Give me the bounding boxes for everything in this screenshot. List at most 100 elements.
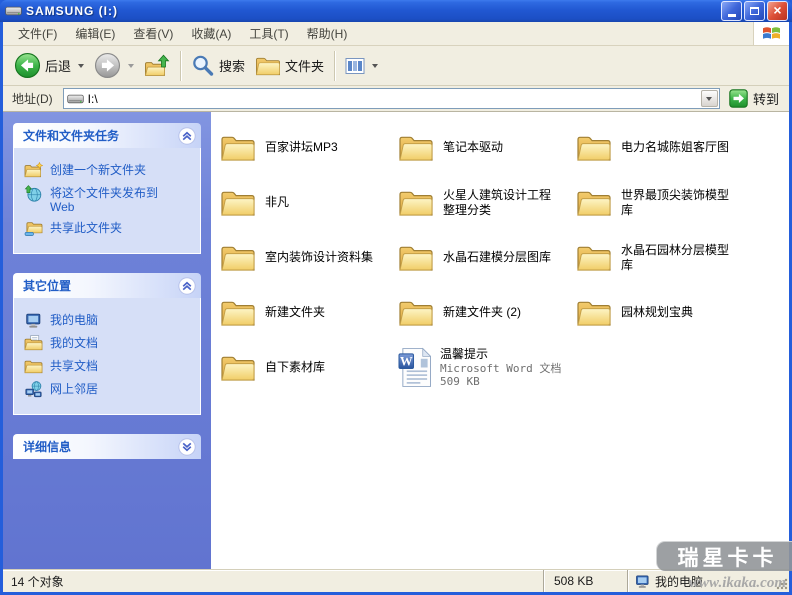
folder-icon: [576, 243, 612, 273]
address-dropdown-button[interactable]: [700, 90, 718, 107]
minimize-button[interactable]: [721, 1, 742, 21]
search-icon: [193, 55, 214, 76]
place-network-places[interactable]: 网上邻居: [24, 382, 192, 398]
file-item[interactable]: 室内装饰设计资料集: [220, 230, 398, 285]
details-header[interactable]: 详细信息: [13, 434, 201, 459]
chevron-down-icon: [706, 96, 713, 101]
file-name: 温馨提示: [440, 347, 489, 361]
network-places-icon: [24, 381, 43, 398]
folder-icon: [398, 188, 434, 218]
address-input[interactable]: [87, 91, 697, 106]
file-name: 笔记本驱动: [443, 140, 504, 154]
file-folder-tasks-header[interactable]: 文件和文件夹任务: [13, 123, 201, 148]
address-bar: 地址(D) 转到: [3, 86, 789, 112]
new-folder-icon: [24, 162, 43, 179]
other-places-panel: 其它位置 我的电脑 我的文档 共享文档 网上邻居: [13, 273, 201, 415]
menu-favorites[interactable]: 收藏(A): [182, 22, 240, 45]
publish-web-icon: [24, 185, 43, 202]
file-item[interactable]: 百家讲坛MP3: [220, 120, 398, 175]
go-label: 转到: [752, 92, 779, 107]
file-item[interactable]: 世界最顶尖装饰模型库: [576, 175, 754, 230]
close-icon: ×: [773, 2, 782, 18]
maximize-icon: [750, 7, 759, 15]
windows-logo-icon: [753, 22, 789, 45]
file-item[interactable]: 笔记本驱动: [398, 120, 576, 175]
forward-dropdown-icon[interactable]: [128, 63, 135, 68]
file-name: 新建文件夹: [265, 305, 326, 319]
window-title: SAMSUNG (I:): [26, 4, 118, 18]
place-my-computer[interactable]: 我的电脑: [24, 313, 192, 329]
task-label: 将这个文件夹发布到 Web: [50, 186, 159, 214]
chevron-up-icon[interactable]: [178, 127, 196, 145]
window-frame: 文件(F) 编辑(E) 查看(V) 收藏(A) 工具(T) 帮助(H) 后退 搜…: [3, 22, 789, 592]
close-button[interactable]: ×: [767, 1, 788, 21]
task-create-new-folder[interactable]: 创建一个新文件夹: [24, 163, 192, 179]
share-folder-icon: [24, 220, 43, 237]
chevron-down-icon[interactable]: [178, 438, 196, 456]
file-item[interactable]: 水晶石建模分层图库: [398, 230, 576, 285]
other-places-body: 我的电脑 我的文档 共享文档 网上邻居: [13, 298, 201, 415]
place-label: 共享文档: [50, 359, 99, 373]
file-item[interactable]: 新建文件夹 (2): [398, 285, 576, 340]
folder-icon: [220, 133, 256, 163]
chevron-up-icon[interactable]: [178, 277, 196, 295]
search-button[interactable]: 搜索: [186, 52, 250, 80]
forward-icon: [94, 52, 121, 79]
files-grid: 百家讲坛MP3 笔记本驱动 电力名城陈姐客厅图 非凡 火星人建筑设计工程整理分类…: [220, 120, 754, 395]
file-size: 509 KB: [440, 375, 480, 388]
views-button[interactable]: [340, 55, 383, 77]
menu-edit[interactable]: 编辑(E): [66, 22, 124, 45]
file-item[interactable]: 自下素材库: [220, 340, 398, 395]
drive-icon: [5, 4, 22, 18]
status-size: 508 KB: [543, 570, 627, 592]
go-button[interactable]: 转到: [725, 89, 785, 108]
task-share-folder[interactable]: 共享此文件夹: [24, 221, 192, 237]
watermark-brand: 瑞星卡卡: [656, 541, 792, 571]
file-name: 水晶石建模分层图库: [443, 250, 552, 264]
back-dropdown-icon[interactable]: [78, 63, 85, 68]
file-name: 火星人建筑设计工程整理分类: [443, 187, 552, 217]
drive-icon: [67, 93, 84, 105]
folder-icon: [220, 188, 256, 218]
file-item-word-document[interactable]: 温馨提示 Microsoft Word 文档 509 KB: [398, 340, 576, 395]
menu-file[interactable]: 文件(F): [9, 22, 66, 45]
menu-view[interactable]: 查看(V): [124, 22, 182, 45]
title-bar[interactable]: SAMSUNG (I:) ×: [0, 0, 792, 22]
toolbar-separator: [180, 50, 182, 81]
file-item[interactable]: 非凡: [220, 175, 398, 230]
task-label: 创建一个新文件夹: [50, 163, 147, 177]
address-input-wrap: [62, 88, 720, 109]
file-item[interactable]: 水晶石园林分层模型库: [576, 230, 754, 285]
place-my-documents[interactable]: 我的文档: [24, 336, 192, 352]
views-dropdown-icon[interactable]: [372, 63, 379, 68]
go-icon: [729, 89, 748, 108]
file-item[interactable]: 园林规划宝典: [576, 285, 754, 340]
file-name: 非凡: [265, 195, 290, 209]
folders-icon: [255, 55, 281, 77]
folders-button[interactable]: 文件夹: [250, 53, 329, 79]
folders-label: 文件夹: [285, 59, 325, 74]
file-name: 园林规划宝典: [621, 305, 694, 319]
explorer-window: SAMSUNG (I:) × 文件(F) 编辑(E) 查看(V) 收藏(A) 工…: [0, 0, 792, 595]
task-publish-to-web[interactable]: 将这个文件夹发布到 Web: [24, 186, 192, 214]
folder-icon: [398, 133, 434, 163]
menu-help[interactable]: 帮助(H): [298, 22, 357, 45]
file-item[interactable]: 火星人建筑设计工程整理分类: [398, 175, 576, 230]
other-places-header[interactable]: 其它位置: [13, 273, 201, 298]
status-bar: 14 个对象 508 KB 我的电脑: [3, 569, 789, 592]
word-document-icon: [398, 347, 431, 388]
file-item[interactable]: 新建文件夹: [220, 285, 398, 340]
up-button[interactable]: [139, 52, 175, 80]
file-item[interactable]: 电力名城陈姐客厅图: [576, 120, 754, 175]
views-icon: [345, 57, 365, 74]
maximize-button[interactable]: [744, 1, 765, 21]
file-type: Microsoft Word 文档: [440, 362, 562, 375]
panel-title: 文件和文件夹任务: [23, 129, 120, 143]
back-button[interactable]: 后退: [9, 50, 89, 81]
menu-tools[interactable]: 工具(T): [240, 22, 297, 45]
folder-icon: [576, 188, 612, 218]
forward-button[interactable]: [89, 50, 139, 81]
file-folder-tasks-panel: 文件和文件夹任务 创建一个新文件夹 将这个文件夹发布到 Web 共享此文件夹: [13, 123, 201, 254]
place-label: 网上邻居: [50, 382, 99, 396]
place-shared-documents[interactable]: 共享文档: [24, 359, 192, 375]
